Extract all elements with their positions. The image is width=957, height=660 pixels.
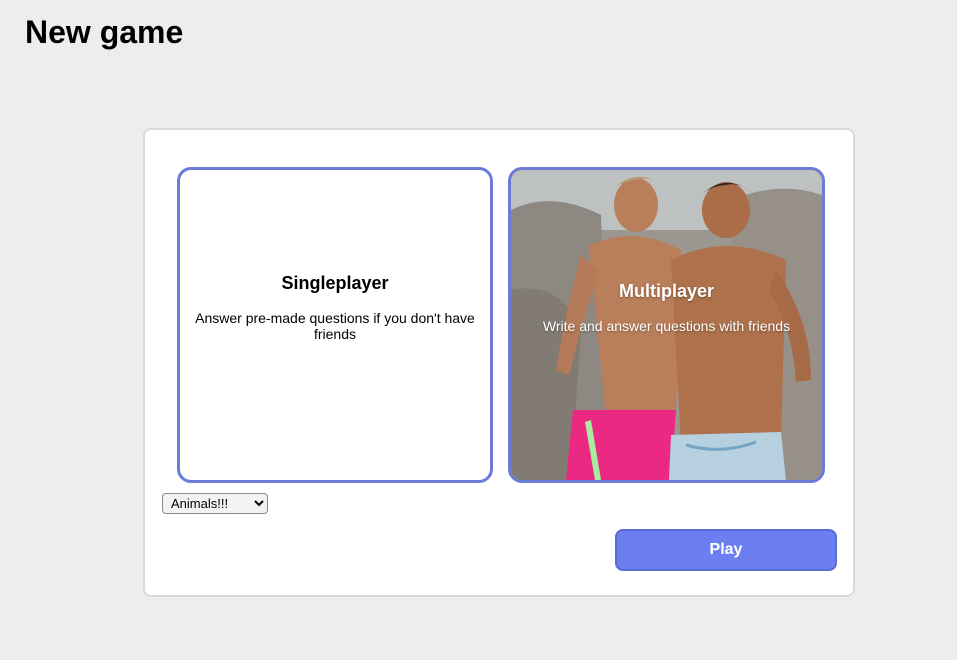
category-select[interactable]: Animals!!!	[162, 493, 268, 514]
singleplayer-description: Answer pre-made questions if you don't h…	[195, 309, 475, 342]
singleplayer-card-content: Singleplayer Answer pre-made questions i…	[180, 272, 490, 342]
multiplayer-card-content: Multiplayer Write and answer questions w…	[529, 280, 804, 334]
play-button[interactable]: Play	[615, 529, 837, 571]
new-game-panel: Singleplayer Answer pre-made questions i…	[143, 128, 855, 597]
singleplayer-title: Singleplayer	[281, 272, 389, 293]
page-title: New game	[25, 14, 184, 50]
multiplayer-title: Multiplayer	[618, 280, 714, 301]
multiplayer-description: Write and answer questions with friends	[542, 317, 791, 334]
singleplayer-card[interactable]: Singleplayer Answer pre-made questions i…	[177, 167, 493, 483]
multiplayer-card[interactable]: Multiplayer Write and answer questions w…	[508, 167, 825, 483]
